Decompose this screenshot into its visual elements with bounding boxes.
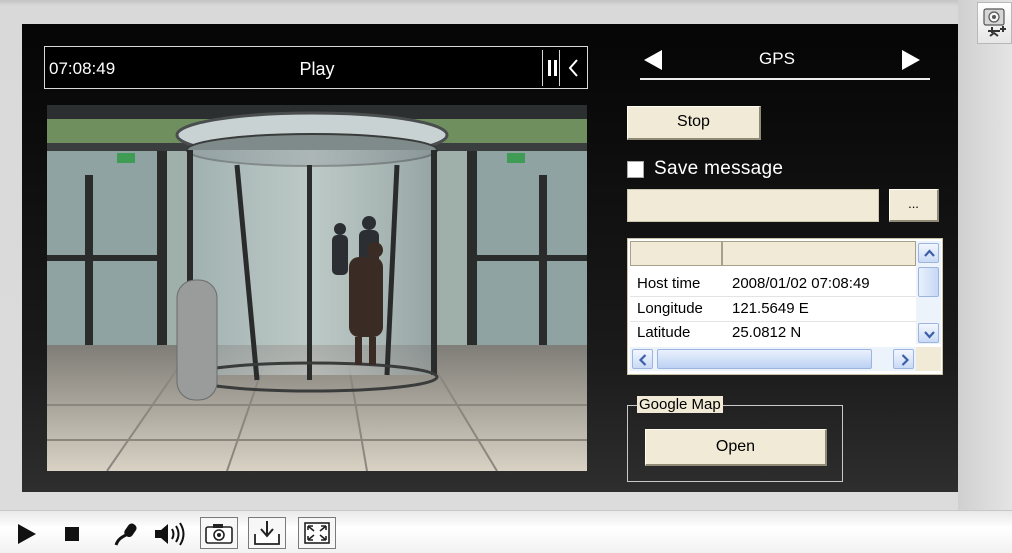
gps-info-table: Host time 2008/01/02 07:08:49 Longitude … — [627, 238, 943, 375]
google-map-legend: Google Map — [637, 396, 723, 413]
vertical-scroll-thumb[interactable] — [918, 267, 939, 297]
table-header-cell[interactable] — [722, 241, 916, 266]
camera-control-button[interactable] — [977, 2, 1012, 44]
chevron-left-icon — [638, 354, 647, 366]
table-header-cell[interactable] — [630, 241, 722, 266]
ptz-camera-icon — [983, 8, 1006, 37]
microphone-button[interactable] — [108, 517, 144, 549]
horizontal-scroll-thumb[interactable] — [657, 349, 872, 369]
timestamp: 07:08:49 — [49, 59, 116, 78]
playback-status-bar: 07:08:49 Play — [44, 46, 588, 89]
fullscreen-button[interactable] — [298, 517, 336, 549]
chevron-left-icon — [568, 59, 578, 77]
save-download-icon — [254, 521, 280, 545]
playback-state: Play — [299, 59, 335, 79]
save-message-label: Save message — [654, 158, 784, 179]
save-path-input[interactable] — [627, 189, 879, 222]
row-label-longitude: Longitude — [637, 300, 703, 317]
play-button[interactable] — [10, 517, 42, 549]
right-side-strip — [958, 0, 1012, 510]
snapshot-button[interactable] — [200, 517, 238, 549]
scroll-down-button[interactable] — [918, 323, 939, 343]
video-viewport[interactable] — [47, 105, 587, 471]
stop-playback-button[interactable] — [56, 517, 88, 549]
row-label-latitude: Latitude — [637, 324, 691, 341]
fullscreen-icon — [304, 522, 330, 544]
chevron-right-icon — [901, 354, 910, 366]
browse-button[interactable]: ... — [889, 189, 939, 222]
horizontal-scrollbar[interactable] — [630, 347, 916, 371]
pause-icon — [548, 60, 551, 76]
playback-toolbar — [0, 510, 1012, 553]
speaker-icon — [155, 522, 185, 546]
play-icon — [18, 524, 36, 544]
row-label-host-time: Host time — [637, 275, 701, 292]
save-message-checkbox[interactable] — [627, 161, 644, 178]
chevron-down-icon — [924, 331, 935, 339]
collapse-panel-button[interactable] — [563, 50, 585, 86]
scroll-up-button[interactable] — [918, 243, 939, 263]
scroll-left-button[interactable] — [632, 349, 653, 369]
header-divider — [640, 78, 930, 80]
triangle-right-icon — [902, 50, 920, 70]
next-module-button[interactable] — [896, 46, 926, 74]
pause-button[interactable] — [542, 50, 560, 86]
vertical-scrollbar[interactable] — [916, 241, 941, 344]
speaker-button[interactable] — [150, 517, 188, 549]
module-title: GPS — [759, 49, 795, 68]
triangle-left-icon — [644, 50, 662, 70]
row-value-latitude: 25.0812 N — [732, 324, 802, 341]
video-frame-image — [47, 105, 587, 471]
chevron-up-icon — [924, 249, 935, 257]
snapshot-camera-icon — [205, 524, 233, 544]
save-button[interactable] — [248, 517, 286, 549]
stop-icon — [65, 527, 79, 541]
row-value-host-time: 2008/01/02 07:08:49 — [732, 275, 870, 292]
scrollbar-corner — [916, 347, 941, 371]
scroll-right-button[interactable] — [893, 349, 914, 369]
stop-button[interactable]: Stop — [627, 106, 761, 140]
microphone-icon — [114, 523, 137, 546]
previous-module-button[interactable] — [640, 46, 670, 74]
open-map-button[interactable]: Open — [645, 429, 827, 466]
row-value-longitude: 121.5649 E — [732, 300, 809, 317]
